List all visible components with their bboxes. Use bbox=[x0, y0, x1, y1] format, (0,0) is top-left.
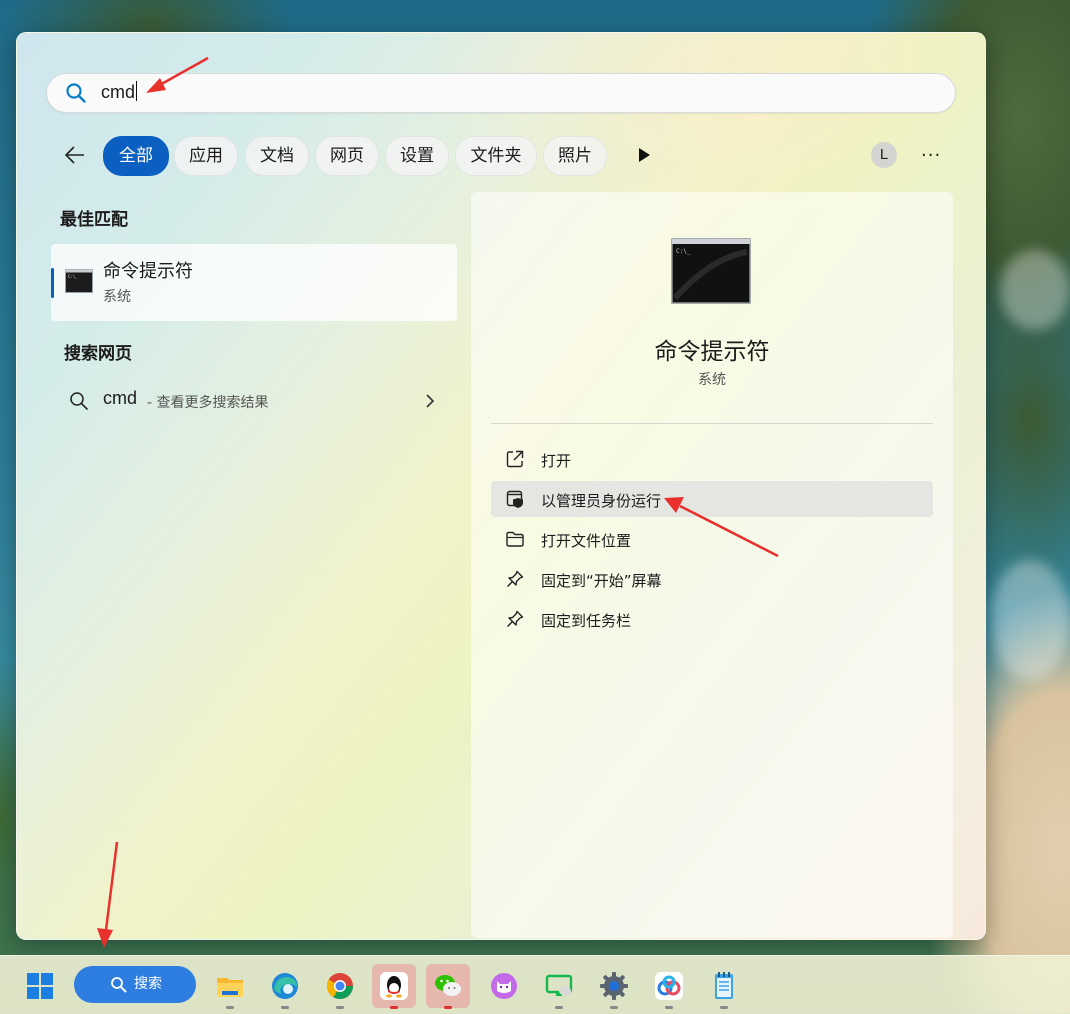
action-pin-to-start[interactable]: 固定到“开始”屏幕 bbox=[491, 561, 933, 597]
taskbar-remote-desktop[interactable] bbox=[537, 964, 581, 1009]
detail-app-name: 命令提示符 bbox=[654, 339, 770, 365]
action-run-as-admin[interactable]: 以管理员身份运行 bbox=[491, 481, 933, 517]
start-icon bbox=[27, 973, 53, 999]
cat-app-icon bbox=[491, 973, 517, 999]
account-avatar[interactable]: L bbox=[871, 142, 897, 168]
more-options-button[interactable]: ··· bbox=[921, 145, 941, 166]
svg-text:C:\_: C:\_ bbox=[676, 248, 691, 255]
web-search-heading: 搜索网页 bbox=[64, 344, 132, 364]
taskbar-qq[interactable] bbox=[372, 964, 416, 1009]
start-button[interactable] bbox=[18, 964, 62, 1008]
filter-folders[interactable]: 文件夹 bbox=[455, 136, 537, 176]
taskbar: 搜索 bbox=[0, 955, 1070, 1014]
search-icon bbox=[70, 392, 88, 410]
admin-shield-icon bbox=[506, 490, 523, 508]
detail-pane: C:\_ 命令提示符 系统 打开 以管理员身份运行 打开文件位置 固定到“开始”… bbox=[471, 192, 953, 938]
taskbar-search-button[interactable]: 搜索 bbox=[74, 966, 196, 1003]
text-caret bbox=[136, 81, 138, 101]
command-prompt-large-icon: C:\_ bbox=[671, 238, 751, 304]
start-search-panel: cmd 全部 应用 文档 网页 设置 文件夹 照片 L ··· 最佳匹配 C:\… bbox=[16, 32, 986, 940]
running-indicator bbox=[336, 1006, 344, 1009]
action-pin-to-taskbar-label: 固定到任务栏 bbox=[541, 612, 632, 630]
chrome-icon bbox=[326, 973, 354, 1000]
running-indicator bbox=[610, 1006, 618, 1009]
running-indicator bbox=[226, 1006, 234, 1009]
best-match-heading: 最佳匹配 bbox=[60, 210, 128, 230]
action-pin-to-taskbar[interactable]: 固定到任务栏 bbox=[491, 601, 933, 637]
baidu-netdisk-icon bbox=[655, 972, 683, 1000]
selection-indicator bbox=[51, 268, 54, 298]
action-open-file-location[interactable]: 打开文件位置 bbox=[491, 521, 933, 557]
filter-all[interactable]: 全部 bbox=[103, 136, 169, 176]
action-run-as-admin-label: 以管理员身份运行 bbox=[541, 492, 662, 510]
wechat-icon bbox=[435, 975, 461, 996]
action-open-file-location-label: 打开文件位置 bbox=[541, 532, 632, 550]
filter-bar: 全部 应用 文档 网页 设置 文件夹 照片 L ··· bbox=[17, 135, 985, 176]
file-explorer-icon bbox=[217, 978, 243, 997]
notepad-icon bbox=[715, 972, 733, 999]
action-open[interactable]: 打开 bbox=[491, 441, 933, 477]
taskbar-search-label: 搜索 bbox=[134, 976, 162, 992]
taskbar-baidu-netdisk[interactable] bbox=[647, 964, 691, 1009]
running-indicator bbox=[390, 1006, 398, 1009]
settings-icon bbox=[600, 972, 628, 1000]
running-indicator bbox=[720, 1006, 728, 1009]
web-search-hint: - 查看更多搜索结果 bbox=[147, 395, 269, 411]
detail-app-type: 系统 bbox=[698, 372, 726, 388]
edge-icon bbox=[272, 973, 298, 999]
search-input[interactable]: cmd bbox=[101, 81, 138, 103]
divider bbox=[491, 423, 933, 424]
action-pin-to-start-label: 固定到“开始”屏幕 bbox=[541, 572, 662, 590]
best-match-name: 命令提示符 bbox=[103, 261, 193, 282]
folder-icon bbox=[506, 531, 524, 547]
web-search-result[interactable]: cmd - 查看更多搜索结果 bbox=[51, 383, 457, 419]
filter-apps[interactable]: 应用 bbox=[174, 136, 238, 176]
chevron-right-icon bbox=[426, 394, 435, 408]
taskbar-chrome[interactable] bbox=[318, 964, 362, 1009]
command-prompt-icon: C:\_ bbox=[65, 269, 93, 293]
search-icon bbox=[111, 977, 127, 993]
search-icon bbox=[66, 83, 86, 103]
filter-settings[interactable]: 设置 bbox=[385, 136, 449, 176]
back-arrow-icon[interactable] bbox=[63, 143, 87, 167]
taskbar-settings[interactable] bbox=[592, 964, 636, 1009]
action-open-label: 打开 bbox=[541, 452, 572, 470]
filter-web[interactable]: 网页 bbox=[315, 136, 379, 176]
search-box[interactable]: cmd bbox=[46, 73, 956, 113]
running-indicator bbox=[665, 1006, 673, 1009]
best-match-item[interactable]: C:\_ 命令提示符 系统 bbox=[51, 244, 457, 321]
running-indicator bbox=[281, 1006, 289, 1009]
qq-icon bbox=[380, 972, 408, 1000]
taskbar-wechat[interactable] bbox=[426, 964, 470, 1009]
pin-icon bbox=[507, 570, 524, 587]
taskbar-edge[interactable] bbox=[263, 964, 307, 1009]
open-external-icon bbox=[506, 450, 524, 468]
wallpaper-foam bbox=[990, 560, 1070, 680]
wallpaper-foam bbox=[1000, 250, 1070, 330]
more-filters-play-icon[interactable] bbox=[637, 147, 651, 163]
running-indicator bbox=[444, 1006, 452, 1009]
filter-documents[interactable]: 文档 bbox=[245, 136, 309, 176]
taskbar-notepad[interactable] bbox=[702, 964, 746, 1009]
svg-text:C:\_: C:\_ bbox=[68, 274, 78, 279]
taskbar-cat-app[interactable] bbox=[482, 964, 526, 1008]
pin-icon bbox=[507, 610, 524, 627]
running-indicator bbox=[555, 1006, 563, 1009]
best-match-type: 系统 bbox=[103, 289, 131, 305]
remote-desktop-icon bbox=[545, 974, 573, 996]
filter-photos[interactable]: 照片 bbox=[543, 136, 607, 176]
web-search-query: cmd bbox=[103, 388, 138, 408]
taskbar-file-explorer[interactable] bbox=[208, 964, 252, 1009]
